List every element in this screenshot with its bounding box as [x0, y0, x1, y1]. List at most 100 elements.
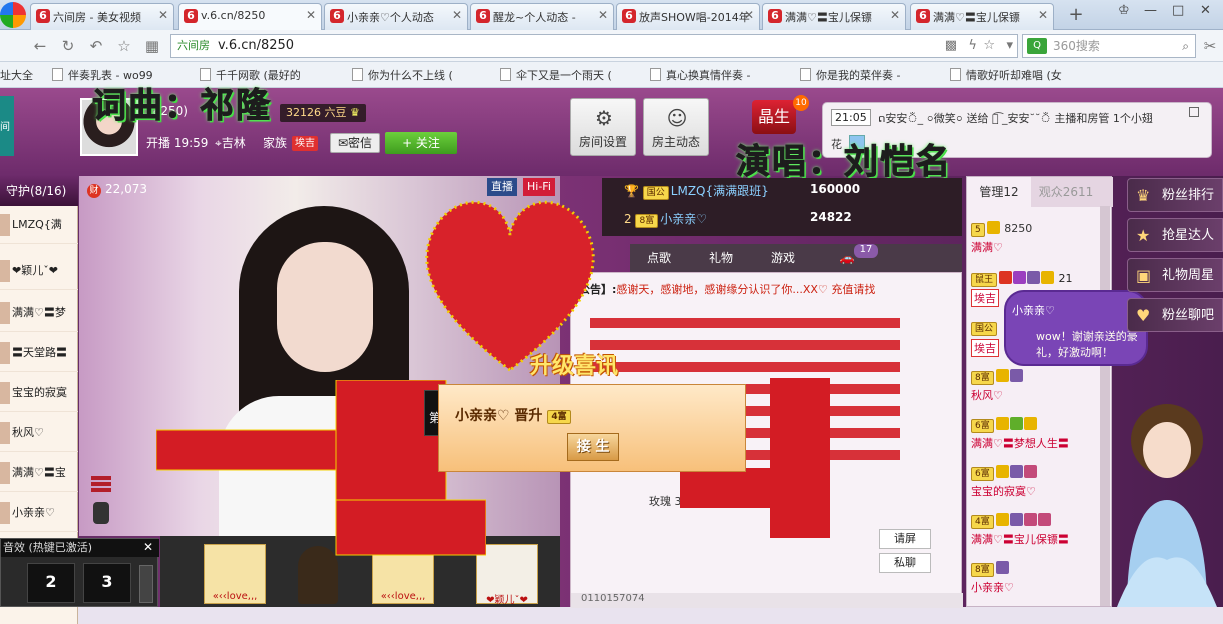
bookmark-item[interactable]: 你是我的菜伴奏 - [800, 67, 900, 83]
close-tab-icon[interactable]: ✕ [1038, 8, 1048, 22]
new-tab-button[interactable]: + [1062, 4, 1090, 28]
scrollbar[interactable] [139, 565, 153, 603]
private-chat-button[interactable]: 私聊 [879, 553, 931, 573]
browser-tab-1[interactable]: 6 六间房 - 美女视频 ✕ [30, 3, 174, 30]
user-name[interactable]: 秋风♡ [971, 387, 1003, 403]
chat-input-bar[interactable]: 0110157074 [571, 593, 963, 608]
message-button[interactable]: ✉密信 [330, 133, 380, 153]
apps-icon[interactable]: ▦ [142, 36, 162, 56]
six-logo-icon: 6 [476, 9, 490, 23]
close-tab-icon[interactable]: ✕ [452, 8, 462, 22]
tab-gift[interactable]: 礼物 [692, 244, 750, 272]
minimize-button[interactable]: — [1144, 3, 1157, 18]
browser-tab-3[interactable]: 6 小亲亲♡个人动态 ✕ [324, 3, 468, 30]
left-edge-tab[interactable]: 间 [0, 96, 14, 156]
tab-viewers[interactable]: 观众2611 [1031, 177, 1101, 207]
sound-key-3[interactable]: 3 [83, 563, 131, 603]
rank-row-2[interactable]: 2 8富 小亲亲♡ [624, 210, 707, 228]
skin-icon[interactable]: ♔ [1118, 3, 1130, 18]
bookmark-item[interactable]: 伞下又是一个雨天 ( [500, 67, 612, 83]
bubble-message: wow！谢谢亲送的豪礼，好激动啊！ [1036, 330, 1138, 359]
tab-game[interactable]: 游戏 [754, 244, 812, 272]
browser-logo-icon[interactable] [0, 2, 26, 28]
user-list-scrollbar[interactable] [1100, 206, 1110, 606]
fan-chat-button[interactable]: ♥ 粉丝聊吧 [1127, 298, 1223, 332]
guard-item[interactable]: 小亲亲♡ [0, 494, 78, 532]
sound-key-2[interactable]: 2 [27, 563, 75, 603]
browser-tab-7[interactable]: 6 满满♡〓宝儿保镖 ✕ [910, 3, 1054, 30]
search-icon[interactable]: ⌕ [1182, 35, 1189, 57]
tab-title: v.6.cn/8250 [201, 9, 266, 22]
microphone-icon[interactable] [93, 502, 109, 524]
six-logo-icon: 6 [330, 9, 344, 23]
user-family-badge[interactable]: 埃吉 [971, 289, 999, 307]
guard-item[interactable]: 〓天堂路〓 [0, 334, 78, 372]
bookmark-item[interactable]: 址大全 [0, 67, 33, 83]
chat-tabs: 点歌 礼物 游戏 🚗 17 [630, 244, 962, 272]
guard-item[interactable]: 满满♡〓宝 [0, 454, 78, 492]
browser-tab-2[interactable]: 6 v.6.cn/8250 ✕ [178, 3, 322, 30]
dropdown-icon[interactable]: ▾ [1006, 35, 1013, 57]
close-tab-icon[interactable]: ✕ [158, 8, 168, 22]
room-settings-button[interactable]: ⚙ 房间设置 [570, 98, 636, 156]
vip-icon [986, 221, 1000, 234]
location-pin-icon: ⌖ [215, 136, 222, 150]
refresh-icon[interactable]: ↻ [58, 36, 78, 56]
lightning-icon[interactable]: ϟ [968, 35, 977, 57]
bookmark-item[interactable]: 真心换真情伴奏 - [650, 67, 750, 83]
address-bar[interactable]: 六间房 v.6.cn/8250 ▩ ϟ ☆ ▾ [170, 34, 1018, 58]
user-list-tabs: 管理12 观众2611 [967, 177, 1113, 207]
crown-icon: ♛ [350, 106, 360, 119]
browser-tab-4[interactable]: 6 醒龙~个人动态 - ✕ [470, 3, 614, 30]
gift-week-star-button[interactable]: ▣ 礼物周星 [1127, 258, 1223, 292]
bubble-name: 小亲亲♡ [1012, 304, 1055, 317]
search-engine-icon: Q [1027, 38, 1047, 54]
collapse-icon[interactable] [1189, 107, 1199, 117]
browser-tab-6[interactable]: 6 满满♡〓宝儿保镖 ✕ [762, 3, 906, 30]
guard-item[interactable]: LMZQ{满 [0, 206, 78, 244]
tab-admins[interactable]: 管理12 [967, 177, 1031, 207]
maximize-button[interactable]: □ [1172, 3, 1184, 18]
six-logo-icon: 6 [184, 9, 198, 23]
tab-song[interactable]: 点歌 [630, 244, 688, 272]
user-name[interactable]: 满满♡〓梦想人生〓 [971, 435, 1069, 451]
qr-icon[interactable]: ▩ [945, 35, 957, 57]
user-name[interactable]: 满满♡ [971, 239, 1003, 255]
fan-rank-button[interactable]: ♛ 粉丝排行 [1127, 178, 1223, 212]
guard-item[interactable]: 宝宝的寂寞 [0, 374, 78, 412]
close-tab-icon[interactable]: ✕ [306, 8, 316, 22]
scissors-icon[interactable]: ✂ [1200, 36, 1220, 56]
browser-tab-5[interactable]: 6 放声SHOW唱-2014年 ✕ [616, 3, 760, 30]
bookmark-item[interactable]: 你为什么不上线 ( [352, 67, 453, 83]
close-tab-icon[interactable]: ✕ [890, 8, 900, 22]
search-box[interactable]: Q 360搜索 ⌕ [1022, 34, 1196, 58]
rank-box: 🏆 国公 LMZQ{满满跟班} 160000 2 8富 小亲亲♡ 24822 [602, 178, 962, 236]
close-icon[interactable]: ✕ [143, 540, 153, 554]
guard-item[interactable]: 满满♡〓梦 [0, 294, 78, 332]
browser-tab-strip: 6 六间房 - 美女视频 ✕ 6 v.6.cn/8250 ✕ 6 小亲亲♡个人动态 ✕ 6醒… [0, 0, 1223, 30]
user-name[interactable]: 满满♡〓宝儿保镖〓 [971, 531, 1069, 547]
guard-item[interactable]: ❤颖儿ˇ❤ [0, 252, 78, 290]
star-hunter-button[interactable]: ★ 抢星达人 [1127, 218, 1223, 252]
back-icon[interactable]: ← [30, 36, 50, 56]
undo-icon[interactable]: ↶ [86, 36, 106, 56]
follow-button[interactable]: + 关注 [385, 132, 457, 154]
bookmark-item[interactable]: 情歌好听却难唱 (女 [950, 67, 1062, 83]
avatar [0, 502, 10, 524]
rank-row-1[interactable]: 🏆 国公 LMZQ{满满跟班} [624, 182, 769, 200]
user-family-badge[interactable]: 埃吉 [971, 339, 999, 357]
close-window-button[interactable]: ✕ [1200, 3, 1211, 18]
upgrade-ok-button[interactable]: 接 生 [567, 433, 619, 461]
crystal-badge[interactable]: 晶生 [752, 100, 796, 134]
family-badge[interactable]: 埃吉 [292, 136, 318, 151]
user-name[interactable]: 小亲亲♡ [971, 579, 1014, 595]
lyric-singer: 演唱：刘恺名 [736, 142, 952, 183]
host-feed-button[interactable]: ☺ 房主动态 [643, 98, 709, 156]
user-name[interactable]: 宝宝的寂寞♡ [971, 483, 1036, 499]
favorite-icon[interactable]: ☆ [114, 36, 134, 56]
bookmark-star-icon[interactable]: ☆ [983, 35, 995, 57]
close-tab-icon[interactable]: ✕ [598, 8, 608, 22]
guard-item[interactable]: 秋风♡ [0, 414, 78, 452]
close-tab-icon[interactable]: ✕ [744, 8, 754, 22]
user-badges: 4富 [971, 513, 1052, 529]
